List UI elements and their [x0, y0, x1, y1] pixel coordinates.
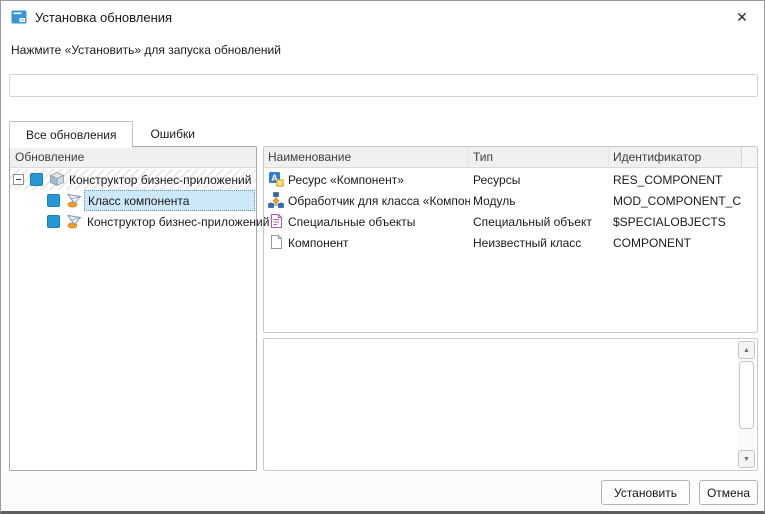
cell-type: Неизвестный класс — [473, 232, 609, 253]
cell-type: Модуль — [473, 190, 609, 211]
table-row[interactable]: Обработчик для класса «Компонент Модуль … — [264, 190, 757, 211]
tab-strip: Все обновления Ошибки — [9, 121, 212, 147]
tab-all-updates[interactable]: Все обновления — [9, 121, 133, 148]
table-row[interactable]: Специальные объекты Специальный объект $… — [264, 211, 757, 232]
cell-name: Специальные объекты — [288, 211, 470, 232]
footer-bar: Установить Отмена — [1, 471, 764, 511]
cell-id: RES_COMPONENT — [613, 169, 741, 190]
tree-checkbox[interactable] — [30, 173, 43, 186]
tree-row[interactable]: Конструктор бизнес-приложений — [10, 169, 256, 190]
window-form-icon — [11, 9, 28, 25]
table-row[interactable]: Компонент Неизвестный класс COMPONENT — [264, 232, 757, 253]
cell-id: $SPECIALOBJECTS — [613, 211, 741, 232]
header-scroll-gutter — [741, 147, 757, 167]
cell-name: Ресурс «Компонент» — [288, 169, 470, 190]
tree-checkbox[interactable] — [47, 194, 60, 207]
module-icon — [268, 192, 284, 208]
update-install-dialog: Установка обновления ✕ Нажмите «Установи… — [0, 0, 765, 514]
tree-item-label[interactable]: Конструктор бизнес-приложений — [66, 169, 254, 190]
resource-icon: A — [268, 171, 284, 187]
tab-errors[interactable]: Ошибки — [133, 121, 212, 147]
progress-bar — [9, 74, 758, 97]
scroll-up-icon[interactable]: ▲ — [738, 341, 755, 359]
update-tree-panel: Обновление Конструктор бизнес-приложений… — [9, 146, 257, 471]
tree-row[interactable]: Конструктор бизнес-приложений — [10, 211, 256, 232]
tree-row[interactable]: Класс компонента — [10, 190, 256, 211]
cell-id: COMPONENT — [613, 232, 741, 253]
table-header-row: Наименование Тип Идентификатор — [264, 147, 757, 168]
cell-name: Компонент — [288, 232, 470, 253]
title-bar: Установка обновления ✕ — [1, 1, 764, 33]
detail-text-panel[interactable]: ▲ ▼ — [263, 338, 758, 471]
tree-checkbox[interactable] — [47, 215, 60, 228]
cell-id: MOD_COMPONENT_CLASS_ — [613, 190, 741, 211]
dialog-title: Установка обновления — [35, 10, 172, 25]
cell-type: Специальный объект — [473, 211, 609, 232]
blank-document-icon — [268, 234, 284, 250]
cell-name: Обработчик для класса «Компонент — [288, 190, 470, 211]
vertical-scrollbar[interactable]: ▲ ▼ — [738, 341, 755, 468]
scrollbar-thumb[interactable] — [739, 361, 754, 429]
collapse-icon[interactable] — [13, 174, 24, 185]
cell-type: Ресурсы — [473, 169, 609, 190]
package-icon — [49, 171, 65, 187]
table-row[interactable]: A Ресурс «Компонент» Ресурсы RES_COMPONE… — [264, 169, 757, 190]
class-icon — [66, 213, 82, 229]
close-icon[interactable]: ✕ — [733, 8, 751, 26]
install-button[interactable]: Установить — [601, 480, 690, 505]
tree-item-label[interactable]: Конструктор бизнес-приложений — [84, 211, 272, 232]
scroll-down-icon[interactable]: ▼ — [738, 450, 755, 468]
tree-item-label[interactable]: Класс компонента — [84, 190, 255, 211]
column-header-type[interactable]: Тип — [473, 147, 609, 167]
tree-column-header: Обновление — [10, 147, 256, 168]
column-header-id[interactable]: Идентификатор — [613, 147, 741, 167]
column-header-name[interactable]: Наименование — [268, 147, 469, 167]
class-icon — [66, 192, 82, 208]
update-objects-table: Наименование Тип Идентификатор A Ресурс … — [263, 146, 758, 333]
cancel-button[interactable]: Отмена — [699, 480, 758, 505]
instruction-text: Нажмите «Установить» для запуска обновле… — [11, 43, 281, 57]
